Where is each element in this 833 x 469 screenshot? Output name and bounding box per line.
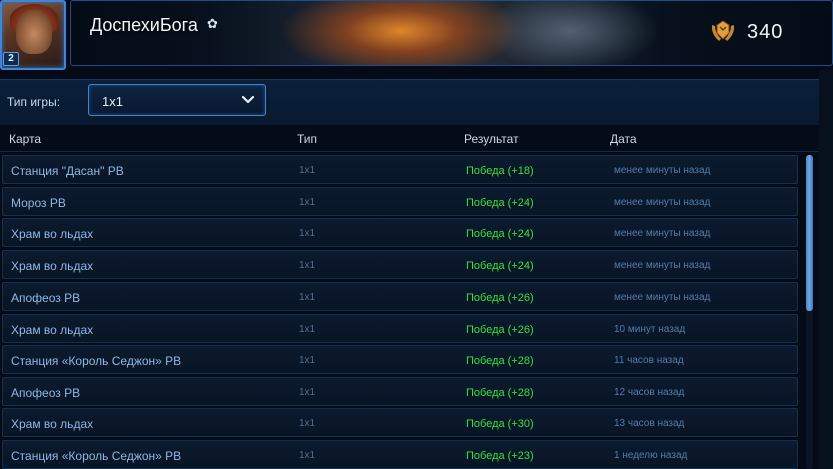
game-type: 1x1 bbox=[299, 387, 316, 398]
table-row[interactable]: Станция «Король Седжон» РВ 1x1 Победа (+… bbox=[2, 345, 798, 374]
match-date: менее минуты назад bbox=[614, 260, 711, 271]
match-date: 1 неделю назад bbox=[614, 450, 688, 461]
map-name: Храм во льдах bbox=[11, 323, 94, 337]
map-name: Апофеоз РВ bbox=[11, 291, 81, 305]
match-date: 10 минут назад bbox=[614, 324, 686, 335]
map-name: Станция «Король Седжон» РВ bbox=[11, 354, 182, 368]
table-header: Карта Тип Результат Дата bbox=[0, 126, 819, 152]
match-date: 13 часов назад bbox=[614, 418, 685, 429]
scrollbar[interactable] bbox=[806, 155, 813, 469]
game-type: 1x1 bbox=[299, 418, 316, 429]
game-type: 1x1 bbox=[299, 228, 316, 239]
map-name: Храм во льдах bbox=[11, 227, 94, 241]
level-badge: 2 bbox=[3, 52, 19, 66]
table-row[interactable]: Храм во льдах 1x1 Победа (+26) 10 минут … bbox=[2, 314, 798, 343]
table-row[interactable]: Храм во льдах 1x1 Победа (+24) менее мин… bbox=[2, 250, 798, 279]
chevron-down-icon bbox=[241, 95, 255, 104]
avatar-face bbox=[16, 10, 52, 54]
match-date: 11 часов назад bbox=[614, 355, 684, 366]
points-value: 340 bbox=[747, 21, 784, 43]
map-name: Апофеоз РВ bbox=[11, 386, 81, 400]
game-type: 1x1 bbox=[299, 292, 316, 303]
match-date: менее минуты назад bbox=[614, 197, 711, 208]
map-name: Храм во льдах bbox=[11, 417, 94, 431]
avatar[interactable]: 2 bbox=[0, 0, 66, 70]
table-row[interactable]: Храм во льдах 1x1 Победа (+24) менее мин… bbox=[2, 218, 798, 247]
gear-icon[interactable]: ✿ bbox=[207, 17, 219, 30]
panel-edge bbox=[819, 70, 833, 469]
column-header-date[interactable]: Дата bbox=[610, 132, 637, 146]
table-row[interactable]: Станция "Дасан" РВ 1x1 Победа (+18) мене… bbox=[2, 155, 798, 184]
match-date: менее минуты назад bbox=[614, 292, 711, 303]
points-laurel-icon bbox=[711, 20, 735, 41]
game-type-label: Тип игры: bbox=[7, 95, 61, 109]
game-type: 1x1 bbox=[299, 197, 316, 208]
column-header-result[interactable]: Результат bbox=[464, 132, 519, 146]
match-date: менее минуты назад bbox=[614, 165, 711, 176]
match-result: Победа (+28) bbox=[466, 355, 534, 367]
match-result: Победа (+24) bbox=[466, 197, 534, 209]
map-name: Станция «Король Седжон» РВ bbox=[11, 449, 182, 463]
match-history-list: Станция "Дасан" РВ 1x1 Победа (+18) мене… bbox=[0, 155, 800, 469]
match-result: Победа (+23) bbox=[466, 450, 534, 462]
column-header-type[interactable]: Тип bbox=[297, 132, 317, 146]
match-date: менее минуты назад bbox=[614, 228, 711, 239]
game-type: 1x1 bbox=[299, 355, 316, 366]
filter-bar: Тип игры: 1x1 bbox=[0, 79, 819, 125]
column-header-map[interactable]: Карта bbox=[9, 132, 41, 146]
game-type: 1x1 bbox=[299, 165, 316, 176]
match-result: Победа (+18) bbox=[466, 165, 534, 177]
match-result: Победа (+30) bbox=[466, 418, 534, 430]
table-row[interactable]: Станция «Король Седжон» РВ 1x1 Победа (+… bbox=[2, 440, 798, 469]
table-row[interactable]: Храм во льдах 1x1 Победа (+30) 13 часов … bbox=[2, 408, 798, 437]
table-row[interactable]: Апофеоз РВ 1x1 Победа (+26) менее минуты… bbox=[2, 282, 798, 311]
game-type: 1x1 bbox=[299, 260, 316, 271]
map-name: Станция "Дасан" РВ bbox=[11, 164, 124, 178]
table-row[interactable]: Апофеоз РВ 1x1 Победа (+28) 12 часов наз… bbox=[2, 377, 798, 406]
game-type: 1x1 bbox=[299, 324, 316, 335]
match-result: Победа (+26) bbox=[466, 324, 534, 336]
game-type-selected-value: 1x1 bbox=[102, 94, 123, 109]
table-row[interactable]: Мороз РВ 1x1 Победа (+24) менее минуты н… bbox=[2, 187, 798, 216]
game-type: 1x1 bbox=[299, 450, 316, 461]
match-date: 12 часов назад bbox=[614, 387, 685, 398]
map-name: Мороз РВ bbox=[11, 196, 66, 210]
match-result: Победа (+24) bbox=[466, 260, 534, 272]
game-type-select[interactable]: 1x1 bbox=[88, 84, 266, 116]
player-name[interactable]: ДоспехиБога bbox=[90, 15, 198, 36]
match-result: Победа (+26) bbox=[466, 292, 534, 304]
map-name: Храм во льдах bbox=[11, 259, 94, 273]
scrollbar-thumb[interactable] bbox=[806, 155, 813, 311]
match-result: Победа (+24) bbox=[466, 228, 534, 240]
match-result: Победа (+28) bbox=[466, 387, 534, 399]
profile-header: 2 ДоспехиБога ✿ 340 bbox=[0, 0, 833, 70]
